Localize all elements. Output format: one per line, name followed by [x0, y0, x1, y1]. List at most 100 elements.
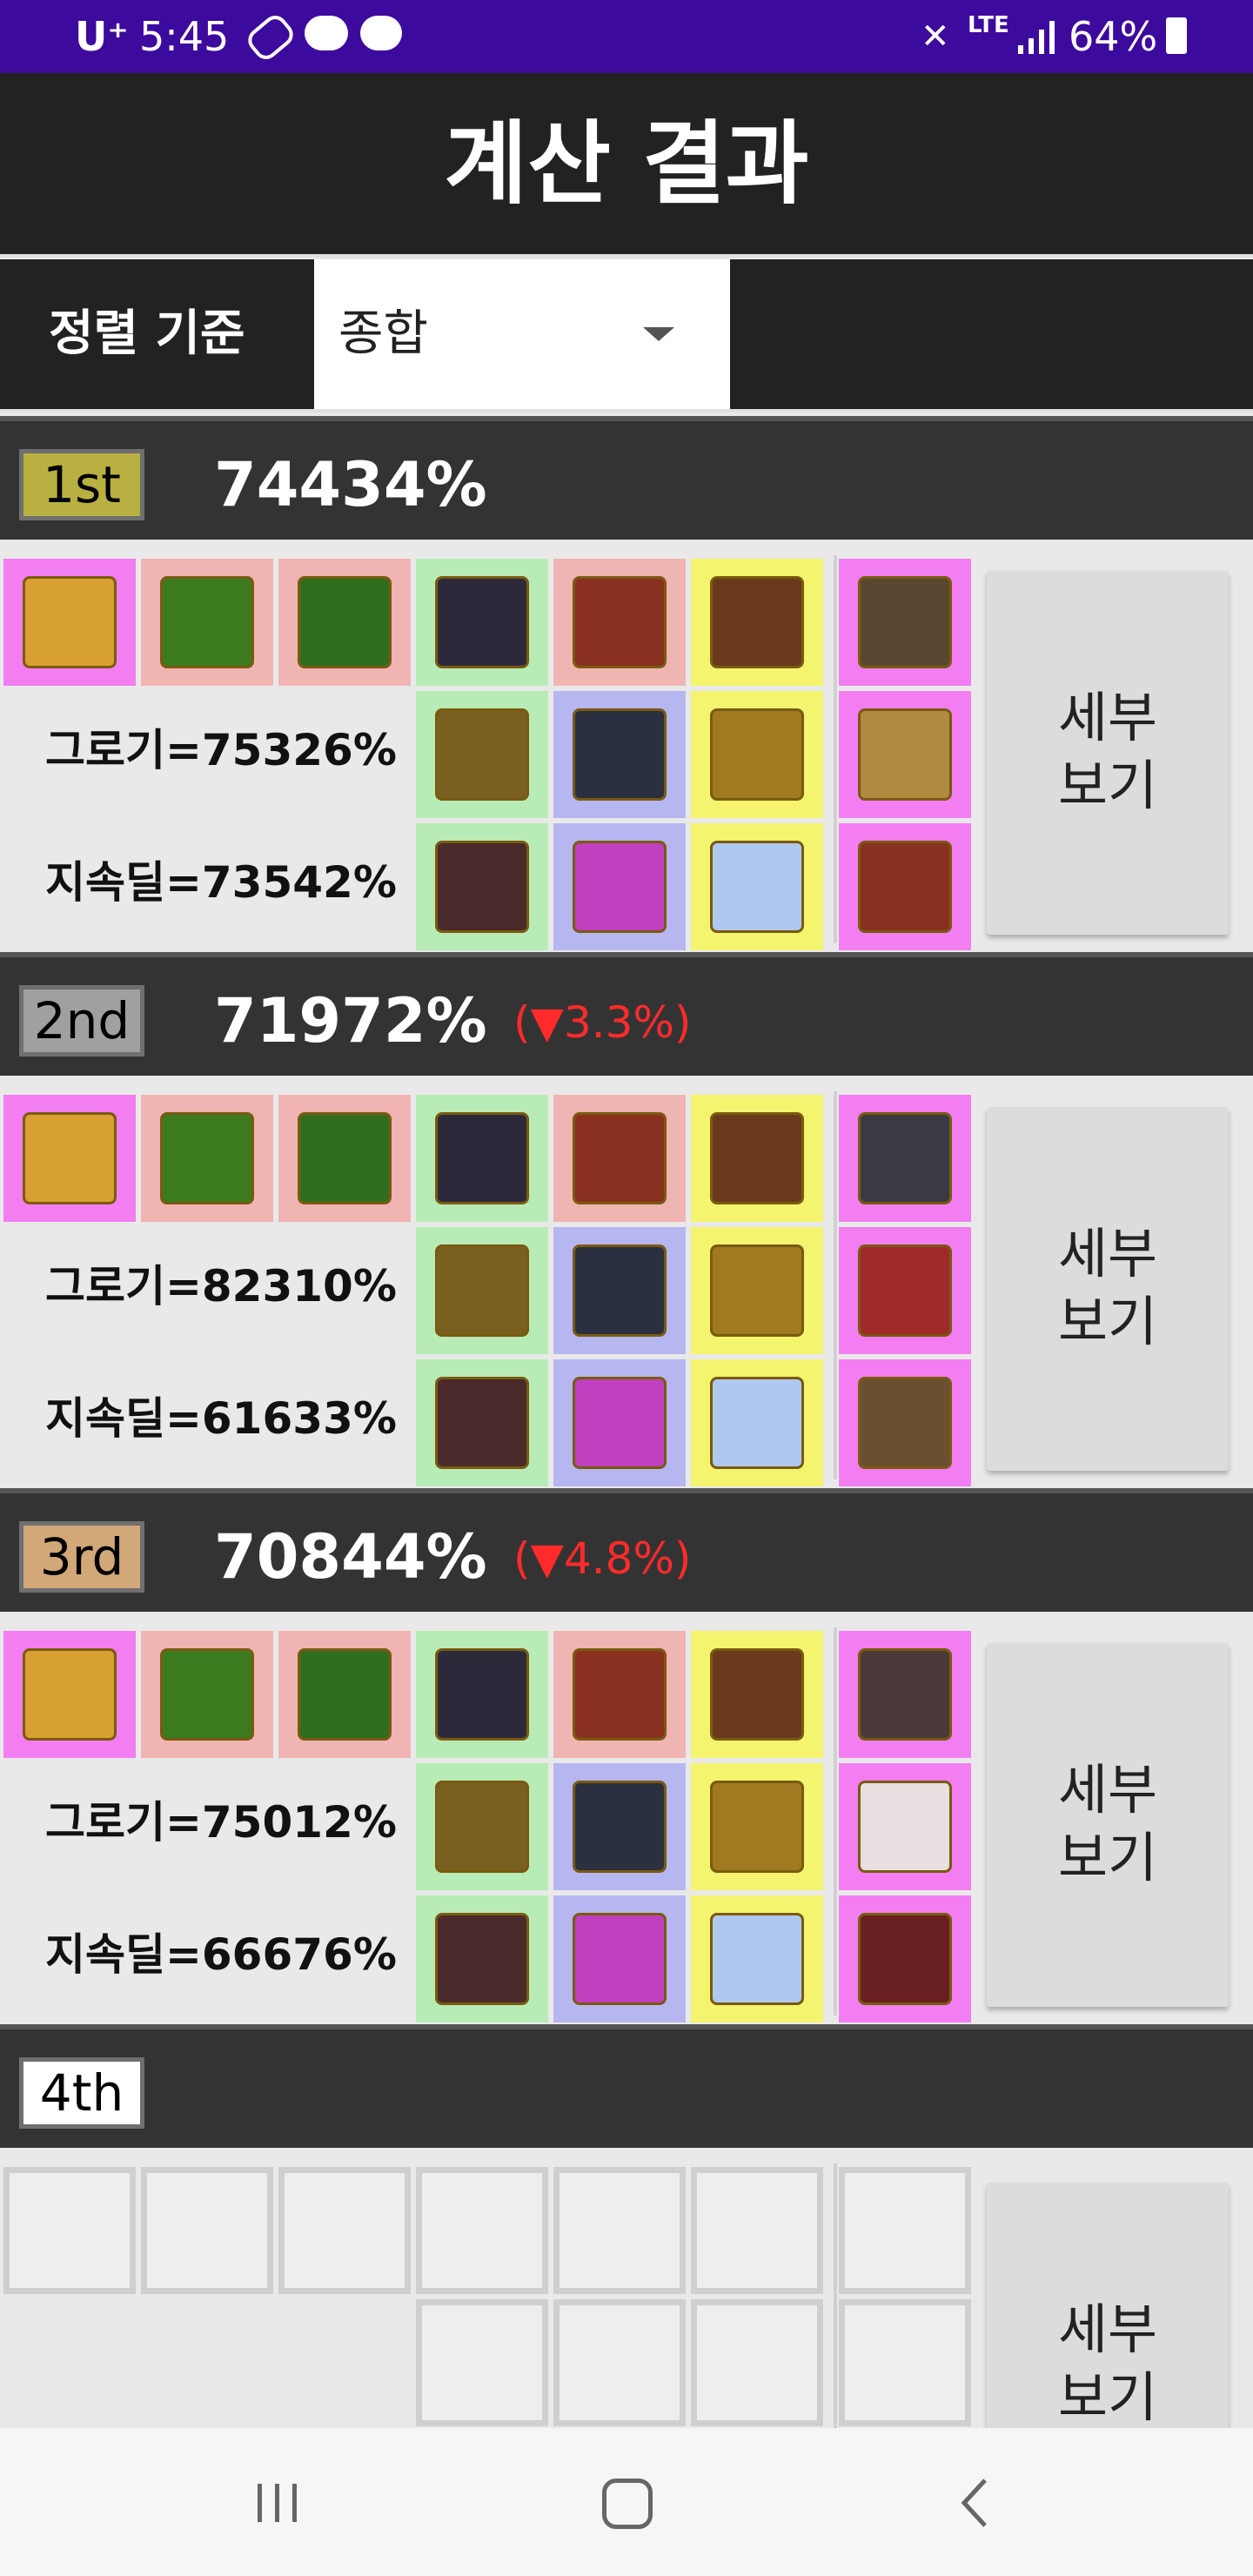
detail-button[interactable]: 세부 보기 [987, 2183, 1229, 2428]
chest-slot[interactable] [416, 823, 548, 950]
empty-slot[interactable] [691, 2167, 823, 2294]
chest-slot[interactable] [416, 1359, 548, 1486]
empty-slot[interactable] [553, 2299, 686, 2426]
special-slot[interactable] [839, 823, 971, 950]
total-score: 71972% [214, 985, 487, 1057]
empty-slot[interactable] [416, 2167, 548, 2294]
blade-slot[interactable] [416, 1763, 548, 1890]
empty-slot[interactable] [3, 2167, 136, 2294]
sort-row: 정렬 기준 종합 [0, 259, 1253, 409]
pill-icon [243, 10, 298, 64]
gem-slot[interactable] [553, 1763, 686, 1890]
weapon-icon [23, 1648, 117, 1741]
shoulder-slot[interactable] [278, 559, 411, 686]
special-slot[interactable] [839, 1095, 971, 1222]
empty-slot[interactable] [839, 2167, 971, 2294]
chest-slot[interactable] [416, 1895, 548, 2023]
boots-slot[interactable] [691, 1095, 823, 1222]
potion-slot[interactable] [553, 823, 686, 950]
sort-selected-value: 종합 [338, 305, 429, 362]
top-armor-icon [160, 1648, 254, 1741]
boots-slot[interactable] [691, 1631, 823, 1758]
battery-percent: 64% [1069, 13, 1158, 60]
network-label: LTE [968, 12, 1009, 38]
necklace-slot[interactable] [553, 559, 686, 686]
empty-slot[interactable] [416, 2299, 548, 2426]
shoulder-slot[interactable] [278, 1631, 411, 1758]
empty-slot[interactable] [839, 2299, 971, 2426]
weapon-slot[interactable] [3, 1095, 136, 1222]
weapon-slot[interactable] [3, 1631, 136, 1758]
result-header: 3rd 70844% (▼4.8%) [0, 1488, 1253, 1612]
empty-slot[interactable] [141, 2167, 273, 2294]
detail-button[interactable]: 세부 보기 [987, 571, 1229, 935]
header-divider [0, 254, 1253, 258]
special-slot[interactable] [839, 1895, 971, 2023]
gem-icon [573, 708, 667, 801]
orb-slot[interactable] [691, 1359, 823, 1486]
special-slot[interactable] [839, 691, 971, 818]
special-pants-icon [858, 576, 952, 668]
potion-icon [573, 1377, 667, 1469]
bracelet-slot[interactable] [416, 1095, 548, 1222]
necklace-slot[interactable] [553, 1095, 686, 1222]
boots-slot[interactable] [691, 559, 823, 686]
empty-slot[interactable] [691, 2299, 823, 2426]
score-delta: (▼3.3%) [513, 997, 692, 1048]
special-pants-icon [858, 1112, 952, 1204]
groggy-stat: 그로기=75012% [45, 1797, 397, 1848]
gem-slot[interactable] [553, 1227, 686, 1354]
detail-button[interactable]: 세부 보기 [987, 1107, 1229, 1471]
special-dice-icon [858, 1781, 952, 1873]
chest-icon [435, 841, 529, 933]
orb-slot[interactable] [691, 1895, 823, 2023]
column-divider [834, 1627, 837, 2016]
result-card: 세부 보기 [0, 2148, 1253, 2428]
bracelet-icon [435, 1112, 529, 1204]
special-slot[interactable] [839, 1763, 971, 1890]
chevron-down-icon [643, 327, 674, 341]
detail-button[interactable]: 세부 보기 [987, 1643, 1229, 2007]
empty-slot[interactable] [553, 2167, 686, 2294]
detail-label-line2: 보기 [1057, 754, 1158, 817]
necklace-slot[interactable] [553, 1631, 686, 1758]
total-score: 70844% [214, 1521, 487, 1593]
special-emblem-icon [858, 1913, 952, 2005]
ring-slot[interactable] [691, 691, 823, 818]
shoulder-icon [298, 1112, 392, 1204]
shoulder-slot[interactable] [278, 1095, 411, 1222]
ring-slot[interactable] [691, 1763, 823, 1890]
recent-apps-icon[interactable] [254, 2480, 303, 2526]
app-header: 계산 결과 [0, 73, 1253, 254]
detail-label-line1: 세부 [1057, 1222, 1158, 1285]
special-slot[interactable] [839, 1359, 971, 1486]
orb-slot[interactable] [691, 823, 823, 950]
potion-slot[interactable] [553, 1359, 686, 1486]
necklace-icon [573, 1112, 667, 1204]
detail-label-line1: 세부 [1057, 2298, 1158, 2361]
top-armor-slot[interactable] [141, 1095, 273, 1222]
top-armor-slot[interactable] [141, 1631, 273, 1758]
ring-icon [710, 1244, 804, 1337]
sort-dropdown[interactable]: 종합 [314, 259, 730, 409]
special-slot[interactable] [839, 1631, 971, 1758]
detail-label-line2: 보기 [1057, 2365, 1158, 2428]
ring-slot[interactable] [691, 1227, 823, 1354]
potion-slot[interactable] [553, 1895, 686, 2023]
blade-slot[interactable] [416, 691, 548, 818]
weapon-icon [23, 576, 117, 668]
home-icon[interactable] [602, 2479, 653, 2529]
special-slot[interactable] [839, 1227, 971, 1354]
column-divider [834, 555, 837, 943]
blade-slot[interactable] [416, 1227, 548, 1354]
sort-label: 정렬 기준 [49, 305, 245, 362]
empty-slot[interactable] [278, 2167, 411, 2294]
bracelet-slot[interactable] [416, 1631, 548, 1758]
special-slot[interactable] [839, 559, 971, 686]
gem-slot[interactable] [553, 691, 686, 818]
weapon-slot[interactable] [3, 559, 136, 686]
bracelet-slot[interactable] [416, 559, 548, 686]
boots-icon [710, 1112, 804, 1204]
top-armor-slot[interactable] [141, 559, 273, 686]
back-icon[interactable] [957, 2477, 992, 2529]
